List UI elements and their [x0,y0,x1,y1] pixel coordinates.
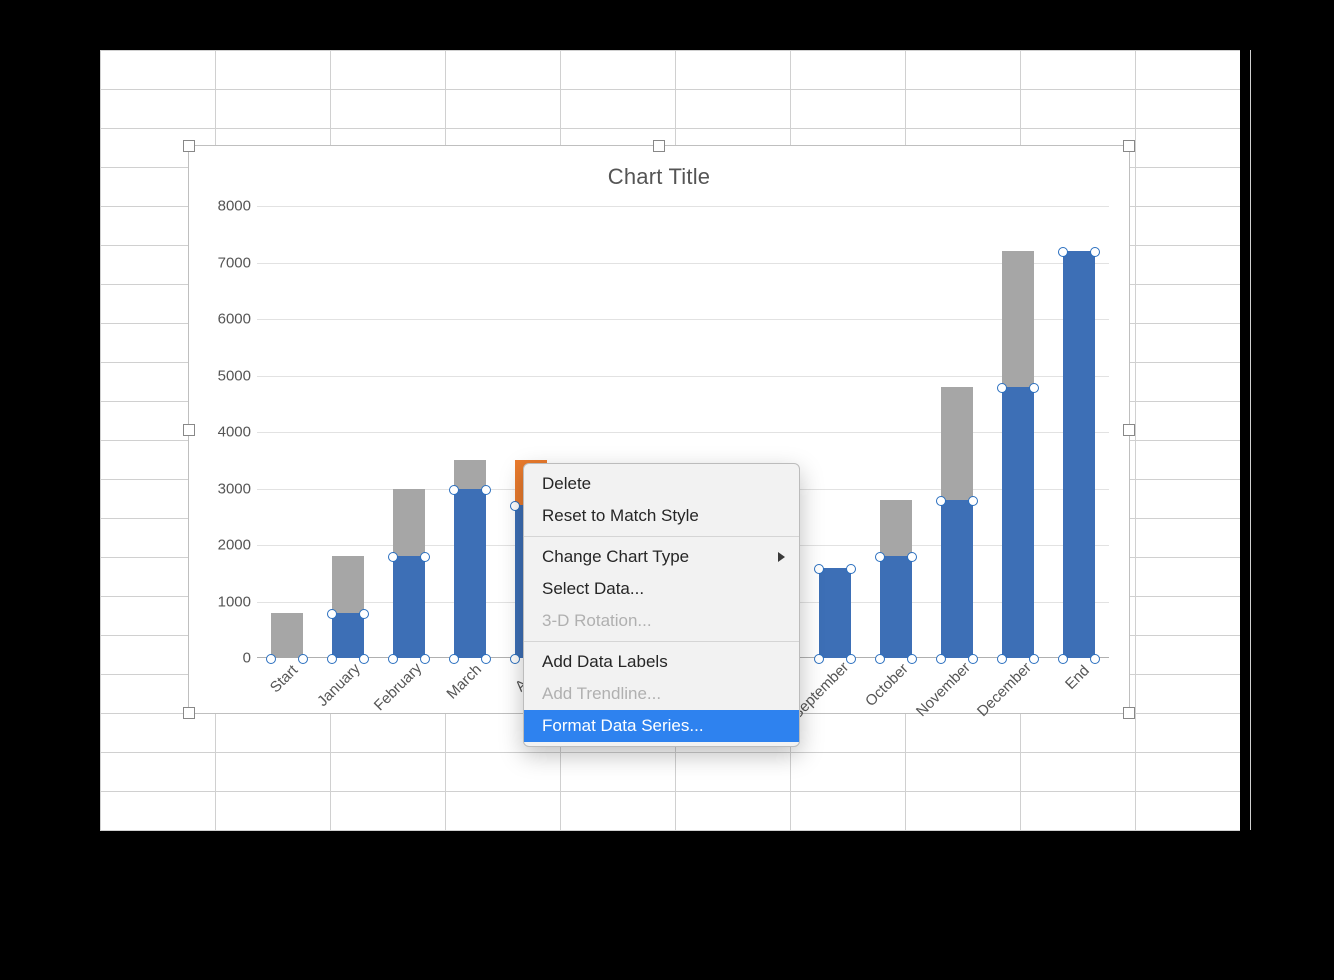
submenu-arrow-icon [778,552,785,562]
chart-title[interactable]: Chart Title [189,164,1129,190]
series-selection-marker [968,654,978,664]
bar-segment[interactable] [941,387,973,500]
chart-resize-handle[interactable] [183,140,195,152]
series-selection-marker [266,654,276,664]
series-selection-marker [846,654,856,664]
bar-column[interactable] [393,206,425,658]
series-selection-marker [1029,654,1039,664]
x-axis-label: January [314,660,364,710]
bar-segment[interactable] [1002,251,1034,387]
menu-separator [524,536,799,537]
x-axis-label: October [862,660,912,710]
series-selection-marker [449,485,459,495]
y-axis-tick: 6000 [218,311,251,328]
y-axis-tick: 2000 [218,537,251,554]
bar-segment[interactable] [332,556,364,613]
bar-segment[interactable] [332,613,364,658]
menu-item[interactable]: Add Data Labels [524,646,799,678]
chart-resize-handle[interactable] [1123,140,1135,152]
bar-column[interactable] [880,206,912,658]
chart-resize-handle[interactable] [1123,707,1135,719]
series-selection-marker [420,552,430,562]
y-axis-tick: 7000 [218,254,251,271]
menu-item: 3-D Rotation... [524,605,799,637]
x-axis-label: December [974,659,1035,720]
series-selection-marker [420,654,430,664]
bar-segment[interactable] [819,568,851,658]
menu-item[interactable]: Change Chart Type [524,541,799,573]
x-axis-label: Start [267,662,301,696]
stage: { "chart_data": { "type": "bar", "title"… [0,0,1334,980]
bar-segment[interactable] [880,500,912,557]
y-axis-tick: 4000 [218,424,251,441]
menu-item[interactable]: Reset to Match Style [524,500,799,532]
bar-segment[interactable] [393,556,425,658]
bar-segment[interactable] [393,489,425,557]
series-selection-marker [846,564,856,574]
spreadsheet-sheet[interactable]: Chart Title 0 1000 2000 3000 4000 5000 6000 700… [100,50,1240,830]
series-selection-marker [814,564,824,574]
menu-item[interactable]: Select Data... [524,573,799,605]
series-selection-marker [997,383,1007,393]
bar-column[interactable] [332,206,364,658]
series-selection-marker [907,552,917,562]
x-axis-label: March [443,661,484,702]
bar-segment[interactable] [941,500,973,658]
menu-item[interactable]: Format Data Series... [524,710,799,742]
series-selection-marker [298,654,308,664]
series-selection-marker [1090,654,1100,664]
series-selection-marker [997,654,1007,664]
series-selection-marker [1058,654,1068,664]
x-axis-label: November [913,659,974,720]
series-selection-marker [968,496,978,506]
bar-segment[interactable] [1063,251,1095,658]
chart-resize-handle[interactable] [183,424,195,436]
series-selection-marker [481,485,491,495]
menu-item[interactable]: Delete [524,468,799,500]
series-selection-marker [481,654,491,664]
series-selection-marker [875,654,885,664]
series-selection-marker [1090,247,1100,257]
series-selection-marker [327,654,337,664]
y-axis-tick: 0 [243,650,251,667]
series-selection-marker [1058,247,1068,257]
context-menu[interactable]: DeleteReset to Match Style Change Chart T… [523,463,800,747]
series-selection-marker [814,654,824,664]
series-selection-marker [936,654,946,664]
series-selection-marker [359,654,369,664]
chart-resize-handle[interactable] [653,140,665,152]
bar-column[interactable] [271,206,303,658]
series-selection-marker [907,654,917,664]
bar-segment[interactable] [454,489,486,659]
series-selection-marker [1029,383,1039,393]
bar-column[interactable] [941,206,973,658]
bar-segment[interactable] [271,613,303,658]
bar-segment[interactable] [1002,387,1034,658]
bar-column[interactable] [819,206,851,658]
bar-column[interactable] [1002,206,1034,658]
y-axis-tick: 3000 [218,480,251,497]
chart-resize-handle[interactable] [183,707,195,719]
menu-item: Add Trendline... [524,678,799,710]
y-axis-tick: 8000 [218,198,251,215]
series-selection-marker [388,654,398,664]
bar-column[interactable] [454,206,486,658]
series-selection-marker [449,654,459,664]
bar-segment[interactable] [880,556,912,658]
menu-separator [524,641,799,642]
series-selection-marker [359,609,369,619]
x-axis-label: End [1062,662,1093,693]
series-selection-marker [936,496,946,506]
chart-resize-handle[interactable] [1123,424,1135,436]
y-axis-tick: 5000 [218,367,251,384]
bar-segment[interactable] [454,460,486,488]
series-selection-marker [510,654,520,664]
bar-column[interactable] [1063,206,1095,658]
y-axis-tick: 1000 [218,593,251,610]
x-axis-label: February [371,660,425,714]
